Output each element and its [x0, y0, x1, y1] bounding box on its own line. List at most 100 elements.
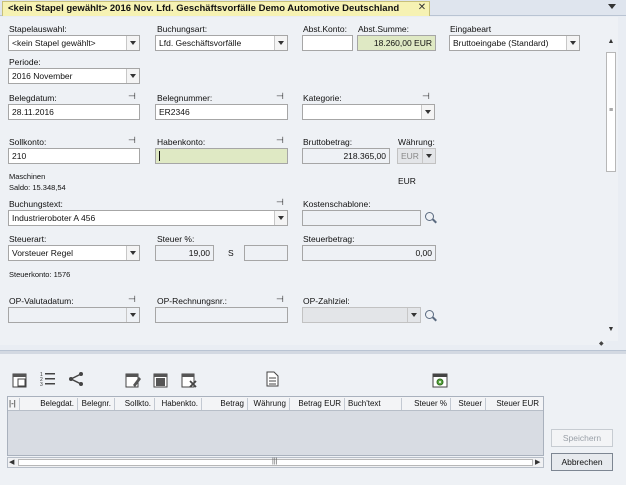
svg-text:3: 3	[40, 382, 43, 387]
new-batch-icon[interactable]	[12, 372, 28, 388]
waehrung-label: Währung:	[398, 137, 435, 147]
column-header[interactable]: |-|	[8, 398, 20, 410]
eingabeart-select[interactable]: Bruttoeingabe (Standard)	[449, 35, 580, 51]
periode-select[interactable]: 2016 November	[8, 68, 140, 84]
waehrung-value: EUR	[401, 151, 419, 161]
bruttobetrag-field[interactable]: 218.365,00	[302, 148, 390, 164]
kategorie-label: Kategorie:	[303, 93, 342, 103]
column-header[interactable]: Steuer EUR	[486, 398, 542, 410]
column-header[interactable]: Betrag EUR	[290, 398, 345, 410]
tab-close-icon[interactable]: ✕	[416, 2, 428, 14]
op-zahlziel-label: OP-Zahlziel:	[303, 296, 350, 306]
split-booking-icon[interactable]	[68, 371, 84, 387]
periode-label: Periode:	[9, 57, 41, 67]
chevron-down-icon[interactable]	[274, 211, 287, 225]
sollkonto-field[interactable]: 210	[8, 148, 140, 164]
pin-icon[interactable]: ⊣	[128, 136, 140, 145]
stapelauswahl-select[interactable]: <kein Stapel gewählt>	[8, 35, 140, 51]
column-header[interactable]: Belegdat.	[20, 398, 78, 410]
op-zahlziel-select	[302, 307, 421, 323]
search-icon[interactable]	[425, 212, 437, 224]
op-rechnungsnr-label: OP-Rechnungsnr.:	[157, 296, 227, 306]
column-header[interactable]: Steuer	[451, 398, 486, 410]
tab-list-dropdown-icon[interactable]	[608, 4, 616, 9]
column-header[interactable]: Belegnr.	[78, 398, 115, 410]
steuer-pct-field[interactable]: 19,00	[155, 245, 214, 261]
scroll-grip-icon: |||	[272, 458, 278, 465]
chevron-down-icon	[407, 308, 420, 322]
pin-icon[interactable]: ⊣	[276, 198, 288, 207]
stapelauswahl-value: <kein Stapel gewählt>	[12, 38, 96, 48]
steuer-s-label: S	[228, 248, 234, 258]
abst-konto-label: Abst.Konto:	[303, 24, 347, 34]
steuerbetrag-field[interactable]: 0,00	[302, 245, 436, 261]
pin-icon[interactable]: ⊣	[422, 92, 434, 101]
steuerbetrag-label: Steuerbetrag:	[303, 234, 355, 244]
buchungsart-label: Buchungsart:	[157, 24, 208, 34]
column-header[interactable]: Sollkto.	[115, 398, 155, 410]
belegdatum-field[interactable]: 28.11.2016	[8, 104, 140, 120]
save-button[interactable]: Speichern	[551, 429, 613, 447]
document-icon[interactable]	[264, 371, 280, 387]
eingabeart-label: Eingabeart	[450, 24, 492, 34]
steuerart-value: Vorsteuer Regel	[12, 248, 73, 258]
scroll-up-icon[interactable]: ▲	[604, 38, 618, 48]
habenkonto-label: Habenkonto:	[157, 137, 206, 147]
settings-icon[interactable]	[432, 372, 448, 388]
pin-icon[interactable]: ⊣	[276, 136, 288, 145]
steuer-pct-label: Steuer %:	[157, 234, 195, 244]
search-icon[interactable]	[425, 310, 437, 322]
steuerkonto-info: Steuerkonto: 1576	[9, 270, 71, 279]
steuerart-label: Steuerart:	[9, 234, 47, 244]
buchungsart-value: Lfd. Geschäftsvorfälle	[159, 38, 242, 48]
chevron-down-icon[interactable]	[566, 36, 579, 50]
chevron-down-icon[interactable]	[126, 308, 139, 322]
abst-konto-field[interactable]	[302, 35, 353, 51]
numbered-list-icon[interactable]: 123	[40, 371, 56, 387]
steuer-s-field[interactable]	[244, 245, 288, 261]
document-tab-title: <kein Stapel gewählt> 2016 Nov. Lfd. Ges…	[8, 3, 400, 14]
chevron-down-icon[interactable]	[421, 105, 434, 119]
chevron-down-icon[interactable]	[274, 36, 287, 50]
column-header[interactable]: Währung	[248, 398, 290, 410]
buchungstext-select[interactable]: Industrieroboter A 456	[8, 210, 288, 226]
scroll-left-icon[interactable]: ◀	[9, 458, 17, 466]
abst-summe-label: Abst.Summe:	[358, 24, 410, 34]
op-rechnungsnr-field[interactable]	[155, 307, 288, 323]
belegnummer-label: Belegnummer:	[157, 93, 213, 103]
delete-booking-icon[interactable]	[181, 372, 197, 388]
scroll-right-icon[interactable]: ▶	[535, 458, 543, 466]
column-header[interactable]: Buch'text	[345, 398, 402, 410]
waehrung-select: EUR	[397, 148, 436, 164]
column-header[interactable]: Habenkto.	[155, 398, 202, 410]
pin-icon[interactable]: ⊣	[276, 92, 288, 101]
pin-icon[interactable]: ⊣	[276, 295, 288, 304]
pin-icon[interactable]: ⊣	[128, 92, 140, 101]
habenkonto-field[interactable]	[155, 148, 288, 164]
op-valutadatum-field[interactable]	[8, 307, 140, 323]
buchungsart-select[interactable]: Lfd. Geschäftsvorfälle	[155, 35, 288, 51]
steuerart-select[interactable]: Vorsteuer Regel	[8, 245, 140, 261]
stapelauswahl-label: Stapelauswahl:	[9, 24, 67, 34]
eingabeart-value: Bruttoeingabe (Standard)	[453, 38, 549, 48]
scroll-down-icon[interactable]: ▼	[604, 326, 618, 336]
scroll-grip-icon: ≡	[608, 107, 614, 114]
chevron-down-icon[interactable]	[126, 69, 139, 83]
periode-value: 2016 November	[12, 71, 73, 81]
pin-icon[interactable]: ⊣	[128, 295, 140, 304]
belegdatum-label: Belegdatum:	[9, 93, 57, 103]
cancel-button[interactable]: Abbrechen	[551, 453, 613, 471]
chevron-down-icon[interactable]	[126, 36, 139, 50]
chevron-down-icon[interactable]	[126, 246, 139, 260]
currency-text: EUR	[398, 176, 416, 186]
column-header[interactable]: Steuer %	[402, 398, 451, 410]
book-booking-icon[interactable]	[153, 372, 169, 388]
kostenschablone-field[interactable]	[302, 210, 421, 226]
kategorie-select[interactable]	[302, 104, 435, 120]
document-tab[interactable]: <kein Stapel gewählt> 2016 Nov. Lfd. Ges…	[2, 1, 430, 16]
edit-booking-icon[interactable]	[125, 372, 141, 388]
column-header[interactable]: Betrag	[202, 398, 248, 410]
bruttobetrag-label: Bruttobetrag:	[303, 137, 353, 147]
belegnummer-field[interactable]: ER2346	[155, 104, 288, 120]
sollkonto-name: Maschinen	[9, 172, 46, 181]
